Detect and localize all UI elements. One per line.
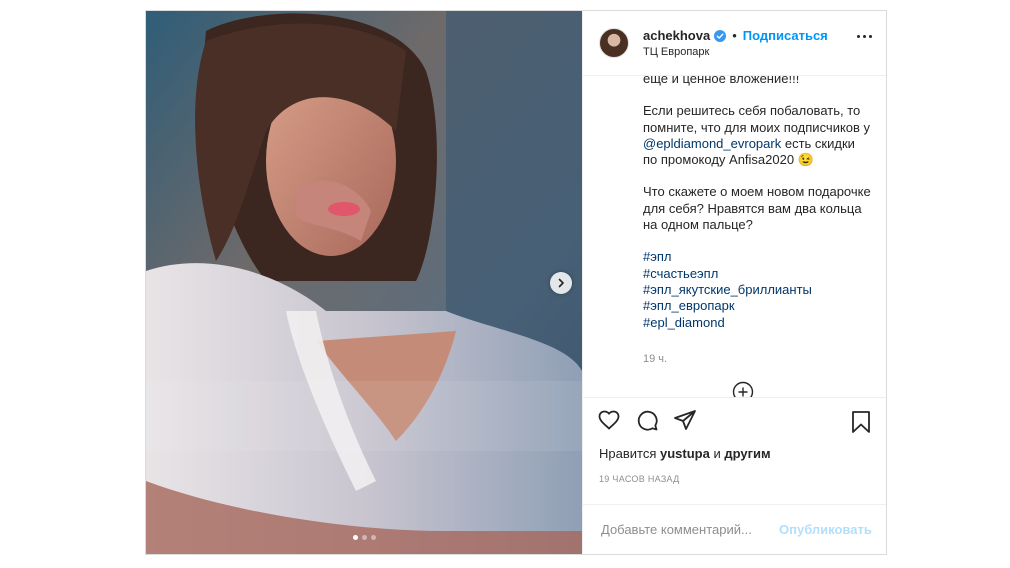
caption-paragraph: Если решитесь себя побаловать, то помнит… [643,103,872,168]
carousel-dot [352,535,358,540]
header-row: achekhova • Подписаться [643,28,828,43]
hashtag-link[interactable]: #эпл_якутские_бриллианты [643,282,872,298]
likes-prefix: Нравится [599,445,657,461]
more-options-icon[interactable] [857,35,872,38]
post-header: achekhova • Подписаться ТЦ Европарк [583,11,886,76]
comment-bar: Опубликовать [583,504,886,554]
caption-relative-time: 19 ч. [643,352,668,365]
hashtag-list: #эпл #счастьеэпл #эпл_якутские_бриллиант… [643,249,872,330]
hashtag-link[interactable]: #эпл_европарк [643,298,872,314]
caption-paragraph: Что скажете о моем новом подарочке для с… [643,184,871,233]
mention-link[interactable]: @epldiamond_evropark [643,136,781,151]
action-bar [583,397,886,442]
verified-badge-icon [714,29,727,42]
carousel-dot [361,535,367,540]
plus-circle-icon [732,381,754,397]
liked-by-others-link[interactable]: другим [724,446,770,461]
post-sidebar: achekhova • Подписаться ТЦ Европарк еще … [582,11,886,554]
caption-text-fragment: Если решитесь себя побаловать, то помнит… [643,103,871,135]
follow-button[interactable]: Подписаться [743,28,828,43]
location-link[interactable]: ТЦ Европарк [643,46,828,58]
username-link[interactable]: achekhova [643,28,710,43]
liked-by-user-link[interactable]: yustupa [660,446,710,461]
next-slide-button[interactable] [550,272,572,294]
likes-conjunction: и [713,445,721,461]
hashtag-link[interactable]: #epl_diamond [643,315,872,331]
header-separator: • [732,28,737,43]
share-paper-plane-icon[interactable] [673,408,697,432]
avatar[interactable] [599,28,629,58]
post-media[interactable] [146,11,582,554]
instagram-post: achekhova • Подписаться ТЦ Европарк еще … [145,10,887,555]
save-bookmark-icon[interactable] [850,410,872,439]
like-heart-icon[interactable] [597,408,621,432]
carousel-indicator [146,535,582,540]
caption-line: еще и ценное вложение!!! [643,76,800,86]
load-more-comments-button[interactable] [732,381,754,397]
caption-scroll-area[interactable]: еще и ценное вложение!!! Если решитесь с… [583,76,886,397]
header-text: achekhova • Подписаться ТЦ Европарк [643,28,828,58]
caption-text: еще и ценное вложение!!! Если решитесь с… [643,76,872,367]
comment-input[interactable] [599,521,779,538]
publish-button[interactable]: Опубликовать [779,522,872,537]
chevron-right-icon [558,278,564,288]
carousel-dot [370,535,376,540]
hashtag-link[interactable]: #эпл [643,249,872,265]
likes-summary: Нравится yustupa и другим [583,442,886,464]
post-timestamp[interactable]: 19 ЧАСОВ НАЗАД [583,468,886,490]
comment-bubble-icon[interactable] [635,408,659,432]
post-photo [146,11,582,554]
hashtag-link[interactable]: #счастьеэпл [643,266,872,282]
